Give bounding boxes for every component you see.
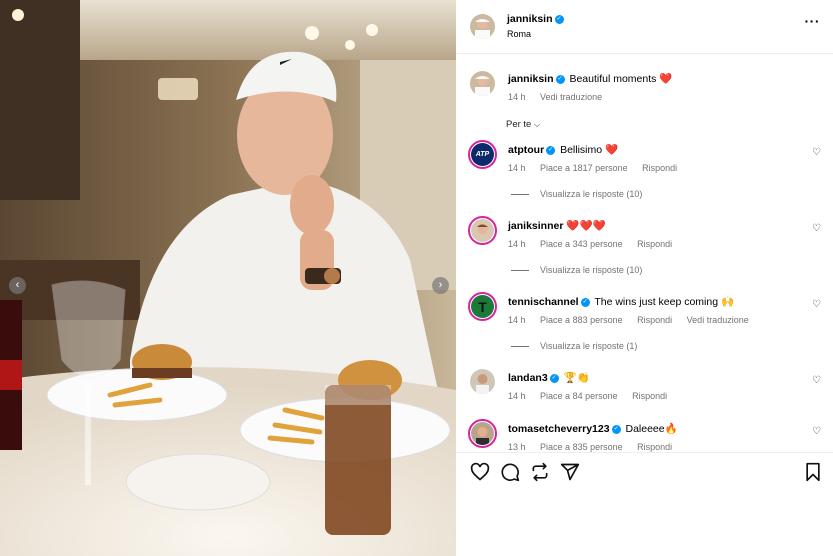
more-options-icon[interactable]: ··· [805,13,821,29]
chevron-left-icon: ‹ [15,279,20,291]
comment-username[interactable]: janiksinner [508,220,563,232]
verified-badge-icon: ✓ [555,74,565,84]
comment-emoji: 🔥 [664,423,678,435]
comment-likes[interactable]: Piace a 883 persone [540,315,623,325]
caption-text: Beautiful moments [569,73,657,85]
like-icon[interactable] [470,462,490,482]
comment-time: 13 h [508,442,526,452]
author-username[interactable]: janniksin [507,13,553,25]
chevron-down-icon: ⌵ [534,120,541,129]
comment-likes[interactable]: Piace a 84 persone [540,391,618,401]
tennis-channel-logo-icon: T [471,295,494,318]
replies-divider [511,194,529,196]
heart-emoji: ❤️ [659,73,673,85]
comment-avatar[interactable] [468,419,497,448]
post-action-bar [456,452,833,556]
verified-badge-icon: ✓ [549,373,559,383]
comment-username[interactable]: tomasetcheverry123 [508,423,610,435]
comment-avatar[interactable]: T [468,292,497,321]
view-replies-button[interactable]: Visualizza le risposte (10) [511,189,642,199]
translate-link[interactable]: Vedi traduzione [540,92,602,102]
post-panel: janniksin ✓ Roma ··· janniksin ✓ Beautiful… [456,0,833,556]
replies-divider [511,346,529,348]
reply-button[interactable]: Rispondi [632,391,667,401]
comment-likes[interactable]: Piace a 835 persone [540,442,623,452]
comment-emoji: 🏆👏 [563,372,590,384]
caption-username[interactable]: janniksin [508,73,554,85]
chevron-right-icon: › [438,279,443,291]
post-image [0,0,456,556]
comment-avatar[interactable]: ATP [468,140,497,169]
translate-link[interactable]: Vedi traduzione [687,315,749,325]
reply-button[interactable]: Rispondi [637,315,672,325]
like-comment-icon[interactable]: ♡ [812,375,821,386]
comment-username[interactable]: tennischannel [508,296,579,308]
like-comment-icon[interactable]: ♡ [812,147,821,158]
reply-button[interactable]: Rispondi [637,239,672,249]
like-comment-icon[interactable]: ♡ [812,426,821,437]
comment-likes[interactable]: Piace a 343 persone [540,239,623,249]
post-header: janniksin ✓ Roma ··· [456,0,833,54]
comment-username[interactable]: landan3 [508,372,548,384]
comment-time: 14 h [508,163,526,173]
comment-likes[interactable]: Piace a 1817 persone [540,163,628,173]
post-photo[interactable]: ‹ › [0,0,456,556]
comments-filter[interactable]: Per te ⌵ [506,119,540,130]
like-comment-icon[interactable]: ♡ [812,299,821,310]
comment-time: 14 h [508,391,526,401]
comment-text: Bellisimo [560,144,603,156]
share-icon[interactable] [530,462,550,482]
view-replies-button[interactable]: Visualizza le risposte (1) [511,341,637,351]
comment-text: Daleeee [625,423,665,435]
comment-emoji: 🙌 [721,296,735,308]
comment-username[interactable]: atptour [508,144,544,156]
comment-avatar[interactable] [468,216,497,245]
comment-text: The wins just keep coming [594,296,719,308]
verified-badge-icon: ✓ [580,297,590,307]
comment-time: 14 h [508,315,526,325]
carousel-prev-button[interactable]: ‹ [9,277,26,294]
save-icon[interactable] [803,462,823,482]
comment-emoji: ❤️❤️❤️ [566,220,606,232]
caption-time: 14 h [508,92,526,102]
send-icon[interactable] [560,462,580,482]
author-name-row: janniksin ✓ [507,13,566,25]
carousel-next-button[interactable]: › [432,277,449,294]
post-location[interactable]: Roma [507,29,531,39]
author-avatar[interactable] [470,14,495,39]
comment-avatar[interactable] [470,369,495,394]
view-replies-button[interactable]: Visualizza le risposte (10) [511,265,642,275]
atp-logo-icon: ATP [471,143,494,166]
comment-time: 14 h [508,239,526,249]
verified-badge-icon: ✓ [611,424,621,434]
verified-badge-icon: ✓ [546,145,556,155]
reply-button[interactable]: Rispondi [642,163,677,173]
replies-divider [511,270,529,272]
like-comment-icon[interactable]: ♡ [812,223,821,234]
verified-badge-icon: ✓ [554,14,564,24]
reply-button[interactable]: Rispondi [637,442,672,452]
caption-author-avatar[interactable] [470,71,495,96]
comment-icon[interactable] [500,462,520,482]
comment-emoji: ❤️ [605,144,619,156]
